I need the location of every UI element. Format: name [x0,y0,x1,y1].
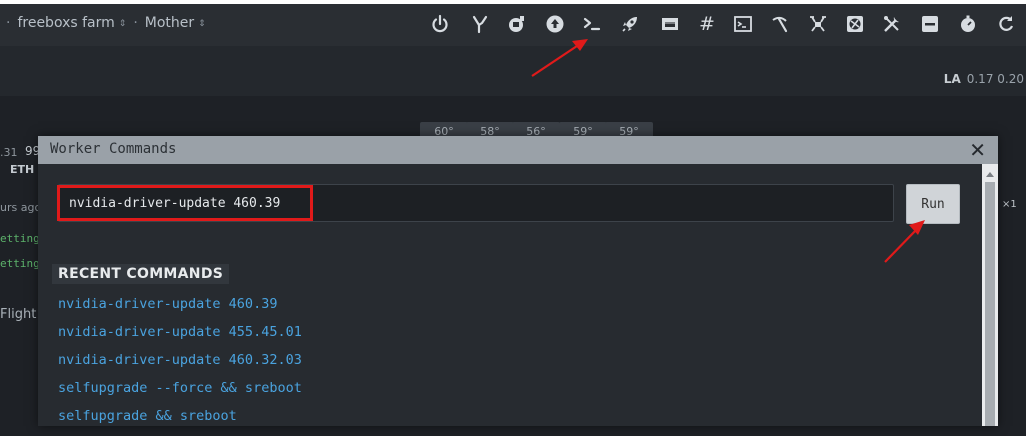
load-average: LA 0.17 0.20 [944,72,1024,86]
recent-commands-list: nvidia-driver-update 460.39 nvidia-drive… [58,296,302,436]
overclock-icon[interactable] [468,12,492,36]
run-button[interactable]: Run [906,184,960,224]
refresh-icon[interactable] [994,12,1018,36]
annotation-highlight-box [57,185,313,221]
tools-icon[interactable] [880,12,904,36]
scroll-up-icon[interactable] [986,172,994,177]
breadcrumb-farm[interactable]: freeboxs farm [17,15,114,31]
rocket-icon[interactable] [618,12,642,36]
power-icon[interactable] [428,12,452,36]
asic-icon[interactable] [806,12,830,36]
worker-commands-modal: Worker Commands ✕ Run RECENT COMMANDS nv… [38,136,998,426]
modal-header: Worker Commands ✕ [38,136,998,164]
breadcrumb-worker[interactable]: Mother [145,15,194,31]
stats-band [0,46,1026,96]
recent-commands-heading: RECENT COMMANDS [52,264,230,284]
pickaxe-icon[interactable] [768,12,792,36]
chevron-updown-icon[interactable]: ⇕ [198,19,206,29]
network-card-icon[interactable] [658,12,682,36]
fan-icon[interactable] [843,12,867,36]
minus-icon[interactable] [918,12,942,36]
breadcrumb: · freeboxs farm ⇕ · Mother ⇕ [6,15,213,31]
bg-snippet: ETH [10,163,35,176]
top-toolbar: · freeboxs farm ⇕ · Mother ⇕ # [0,0,1026,46]
recent-command-item[interactable]: nvidia-driver-update 455.45.01 [58,324,302,352]
modal-title: Worker Commands [50,141,177,157]
console-icon[interactable] [731,12,755,36]
upgrade-icon[interactable] [543,12,567,36]
bg-snippet: .31 [0,146,18,159]
breadcrumb-separator: · [133,15,138,31]
bg-snippet: etting [0,232,40,245]
terminal-icon[interactable] [580,12,604,36]
timer-icon[interactable] [956,12,980,36]
bg-snippet: Flight [0,307,37,322]
recent-command-item[interactable]: selfupgrade && sreboot [58,408,302,436]
hash-icon[interactable]: # [695,12,719,36]
la-values: 0.17 0.20 [966,72,1024,86]
modal-scrollbar[interactable] [982,164,998,426]
recent-command-item[interactable]: selfupgrade --force && sreboot [58,380,302,408]
bg-snippet: ×1 [1002,199,1017,210]
miner-icon[interactable] [505,12,529,36]
breadcrumb-separator: · [6,15,11,31]
close-icon[interactable]: ✕ [969,138,986,162]
chevron-updown-icon[interactable]: ⇕ [119,19,127,29]
la-label: LA [943,72,961,86]
recent-command-item[interactable]: nvidia-driver-update 460.32.03 [58,352,302,380]
recent-command-item[interactable]: nvidia-driver-update 460.39 [58,296,302,324]
scroll-thumb[interactable] [985,182,995,426]
bg-snippet: etting [0,257,40,270]
bg-snippet: urs ago [0,201,42,214]
